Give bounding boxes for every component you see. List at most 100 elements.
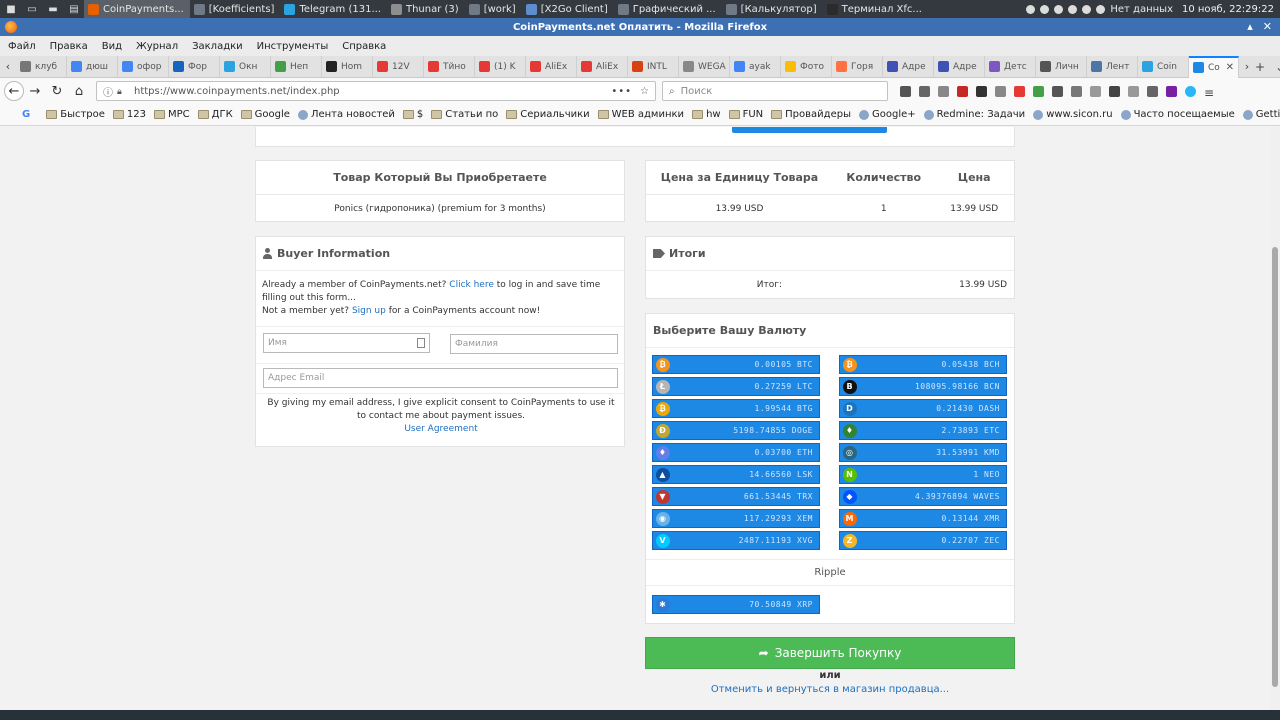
clock[interactable]: 10 нояб, 22:29:22 (1182, 4, 1274, 15)
menu-item[interactable]: Вид (102, 41, 122, 52)
browser-tab[interactable]: Co ✕ (1189, 55, 1239, 78)
browser-tab[interactable]: Адре (934, 55, 985, 78)
currency-option-ripple[interactable]: ✱ 70.50849 XRP (652, 595, 820, 614)
extension-icon[interactable] (995, 85, 1006, 97)
taskbar-task[interactable]: [work] (465, 0, 522, 18)
bookmark-item[interactable]: Redmine: Задачи (923, 109, 1025, 120)
email-field[interactable]: Адрес Email (263, 368, 618, 388)
forward-icon[interactable]: → (24, 80, 46, 102)
menu-item[interactable]: Справка (342, 41, 386, 52)
currency-option-bytecoin[interactable]: B 108095.98166 BCN (839, 377, 1007, 396)
extension-icon[interactable] (1014, 85, 1025, 97)
back-icon[interactable]: ← (4, 81, 24, 101)
bookmark-item[interactable]: WEB админки (597, 109, 684, 120)
taskbar-task[interactable]: CoinPayments... (84, 0, 190, 18)
taskbar-task[interactable]: Telegram (131... (280, 0, 387, 18)
extension-icon[interactable] (1185, 85, 1196, 97)
bookmark-item[interactable]: Сериальчики (506, 109, 590, 120)
taskbar-task[interactable]: [X2Go Client] (522, 0, 614, 18)
browser-tab[interactable]: клуб (16, 55, 67, 78)
bookmark-item[interactable]: FUN (728, 109, 763, 120)
browser-tab[interactable]: Hom (322, 55, 373, 78)
click-here-link[interactable]: Click here (449, 280, 494, 290)
menu-item[interactable]: Журнал (136, 41, 178, 52)
bookmark-item[interactable]: MPC (154, 109, 190, 120)
menu-item[interactable]: Инструменты (257, 41, 329, 52)
bookmark-item[interactable]: www.sicon.ru (1033, 109, 1113, 120)
complete-purchase-button[interactable]: ➦ Завершить Покупку (645, 637, 1015, 669)
taskbar-task[interactable]: Графический ... (614, 0, 722, 18)
search-input[interactable]: ⌕ Поиск (662, 81, 888, 101)
app-menu-icon[interactable]: ■ (4, 3, 18, 15)
tabs-scroll-right-icon[interactable]: › (1239, 60, 1255, 73)
tab-list-chevron-icon[interactable]: ⌄ (1275, 60, 1280, 74)
menu-item[interactable]: Правка (50, 41, 88, 52)
browser-tab[interactable]: Детс (985, 55, 1036, 78)
bookmark-item[interactable]: 123 (112, 109, 146, 120)
sign-up-link[interactable]: Sign up (352, 306, 386, 316)
url-bar[interactable]: ⓘ 🔒︎ https://www.coinpayments.net/index.… (96, 81, 656, 101)
currency-option-bitcoin[interactable]: ₿ 0.00105 BTC (652, 355, 820, 374)
extension-icon[interactable] (1128, 85, 1139, 97)
browser-tab[interactable]: AliEx (526, 55, 577, 78)
extension-icon[interactable] (1052, 85, 1063, 97)
taskbar-task[interactable]: [Koefficients] (190, 0, 281, 18)
tray-icon[interactable] (1026, 4, 1036, 14)
extension-icon[interactable] (1147, 85, 1158, 97)
tray-icon[interactable] (1054, 4, 1064, 14)
currency-option-dogecoin[interactable]: Ð 5198.74855 DOGE (652, 421, 820, 440)
currency-option-ethereum-classic[interactable]: ♦ 2.73893 ETC (839, 421, 1007, 440)
browser-tab[interactable]: 12V (373, 55, 424, 78)
browser-tab[interactable]: офор (118, 55, 169, 78)
browser-tab[interactable]: Фор (169, 55, 220, 78)
tabs-scroll-left-icon[interactable]: ‹ (0, 60, 16, 73)
currency-option-lisk[interactable]: ▲ 14.66560 LSK (652, 465, 820, 484)
page-actions-icon[interactable]: ••• (611, 86, 632, 97)
currency-option-nem[interactable]: ◉ 117.29293 XEM (652, 509, 820, 528)
bookmark-item[interactable]: $ (402, 109, 423, 120)
menu-item[interactable]: Файл (8, 41, 36, 52)
currency-option-verge[interactable]: V 2487.11193 XVG (652, 531, 820, 550)
currency-option-monero[interactable]: M 0.13144 XMR (839, 509, 1007, 528)
currency-option-tron[interactable]: ▼ 661.53445 TRX (652, 487, 820, 506)
sidebar-icon[interactable] (938, 85, 949, 97)
browser-tab[interactable]: Окн (220, 55, 271, 78)
browser-tab[interactable]: (1) K (475, 55, 526, 78)
top-button-fragment[interactable] (732, 127, 887, 133)
new-tab-icon[interactable]: + (1255, 60, 1265, 74)
bookmark-item[interactable]: hw (692, 109, 721, 120)
taskbar-task[interactable]: Терминал Xfc... (823, 0, 928, 18)
page-scrollbar[interactable] (1270, 127, 1280, 710)
browser-tab[interactable]: Горя (832, 55, 883, 78)
bookmark-item[interactable]: Лента новостей (297, 109, 395, 120)
tray-icon[interactable] (1082, 4, 1092, 14)
google-icon[interactable]: G (22, 109, 30, 120)
bookmark-item[interactable]: ДГК (197, 109, 233, 120)
scrollbar-thumb[interactable] (1272, 247, 1278, 687)
folder-icon[interactable]: ▬ (46, 3, 60, 15)
browser-tab[interactable]: WEGA (679, 55, 730, 78)
network-status[interactable]: Нет данных (1110, 4, 1173, 15)
currency-option-waves[interactable]: ◆ 4.39376894 WAVES (839, 487, 1007, 506)
minimize-icon[interactable]: ▴ (1247, 20, 1253, 33)
extension-icon[interactable] (1033, 85, 1044, 97)
browser-tab[interactable]: Тйно (424, 55, 475, 78)
extension-icon[interactable] (957, 85, 968, 97)
menu-icon[interactable]: ≡ (1204, 86, 1214, 100)
currency-option-ethereum[interactable]: ♦ 0.03700 ETH (652, 443, 820, 462)
bookmark-item[interactable]: Google+ (858, 109, 916, 120)
first-name-field[interactable]: Имя (263, 333, 430, 353)
bookmark-item[interactable]: Часто посещаемые (1120, 109, 1235, 120)
browser-tab[interactable]: Лент (1087, 55, 1138, 78)
currency-option-bitcoin-cash[interactable]: ₿ 0.05438 BCH (839, 355, 1007, 374)
browser-tab[interactable]: дюш (67, 55, 118, 78)
user-agreement-link[interactable]: User Agreement (404, 424, 477, 434)
browser-tab[interactable]: Личн (1036, 55, 1087, 78)
browser-tab[interactable]: AliEx (577, 55, 628, 78)
currency-option-dash[interactable]: D 0.21430 DASH (839, 399, 1007, 418)
home-icon[interactable]: ⌂ (68, 80, 90, 102)
bookmark-item[interactable]: Провайдеры (771, 109, 851, 120)
extension-icon[interactable] (1071, 85, 1082, 97)
last-name-field[interactable]: Фамилия (450, 334, 618, 354)
close-icon[interactable]: ✕ (1263, 20, 1272, 33)
